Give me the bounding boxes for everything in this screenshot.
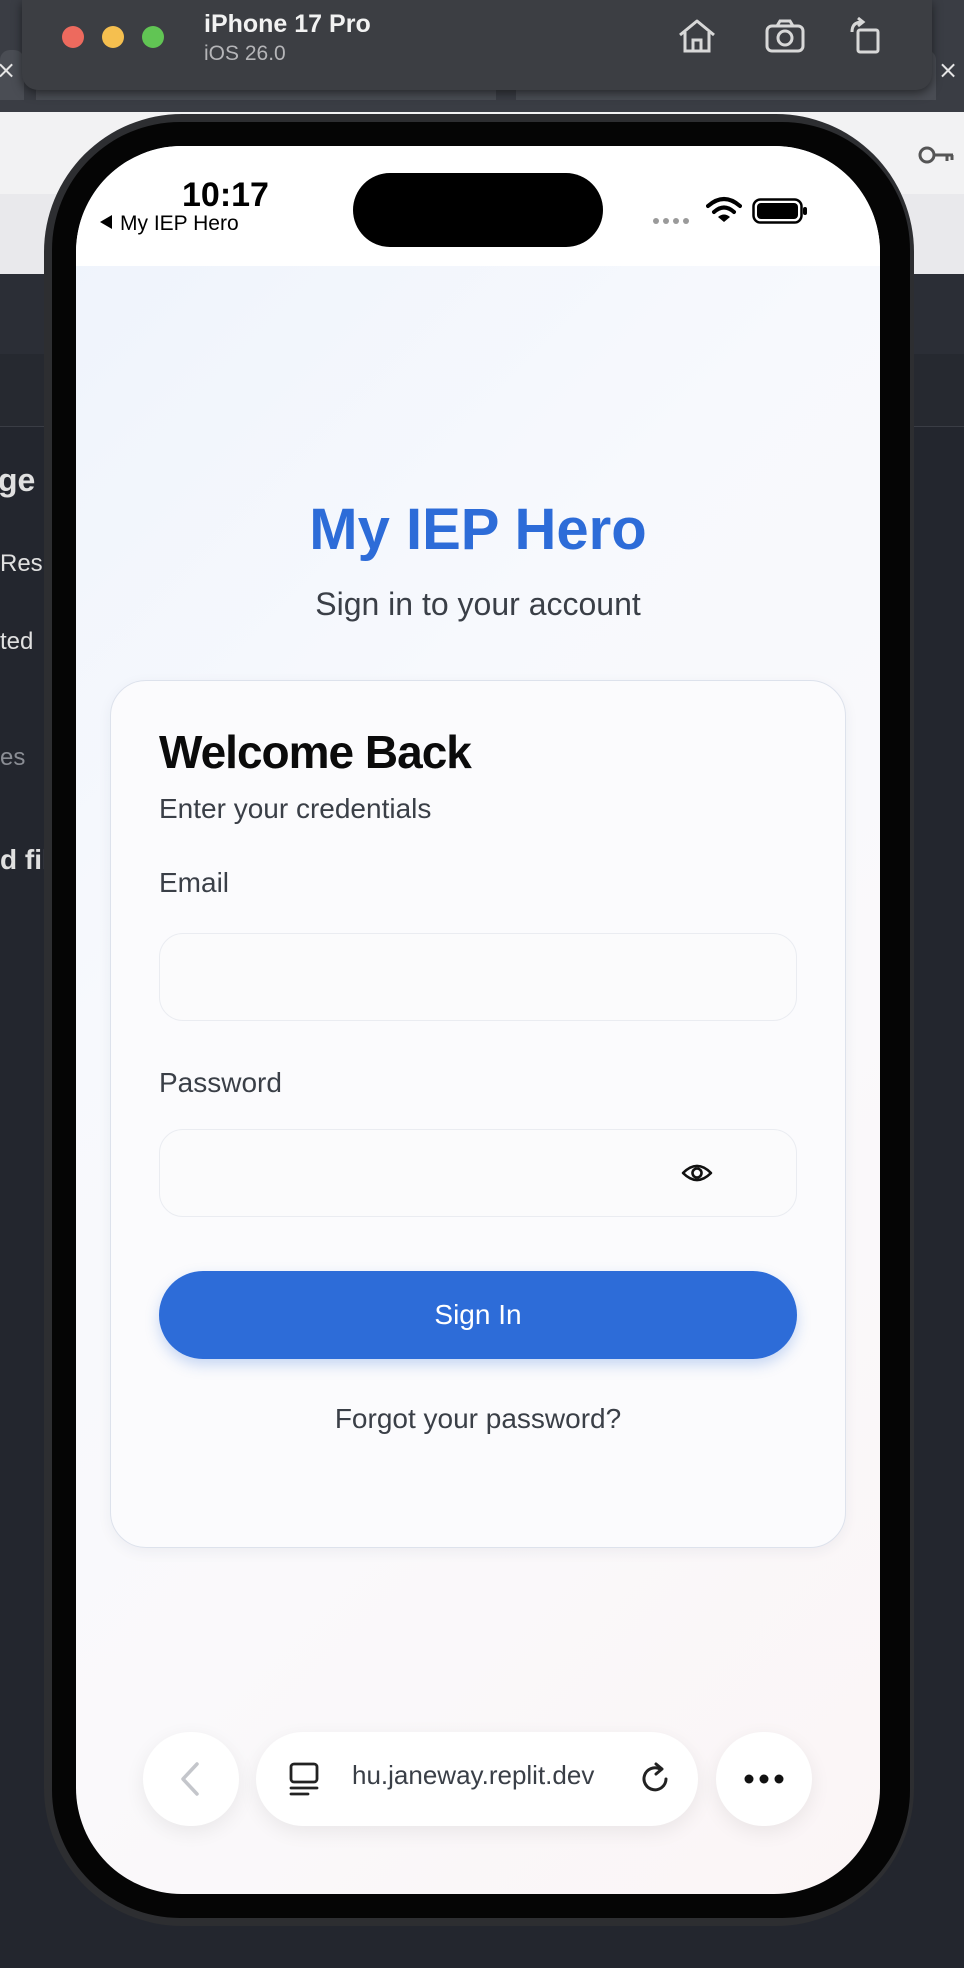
background-text: ge [0,462,36,498]
page-subtitle: Sign in to your account [315,586,641,622]
address-bar[interactable]: hu.janeway.replit.dev [256,1732,698,1826]
more-options-button[interactable] [716,1732,812,1826]
tabs-icon[interactable] [286,1760,322,1798]
app-brand-title: My IEP Hero [309,497,647,562]
window-zoom-button[interactable] [142,26,164,48]
phone-screen: 10:17 My IEP Hero My IEP Hero Sign in to… [76,146,880,1894]
sign-in-button[interactable]: Sign In [159,1271,797,1359]
back-to-app-link[interactable]: My IEP Hero [100,212,239,236]
back-chevron-icon [181,1762,199,1796]
window-close-button[interactable] [62,26,84,48]
background-text: es [0,744,26,771]
forgot-password-link[interactable]: Forgot your password? [111,1403,845,1435]
battery-icon [752,198,807,224]
window-minimize-button[interactable] [102,26,124,48]
background-tab-close-icon: × [0,56,17,84]
eye-icon[interactable] [679,1155,715,1191]
email-input[interactable] [159,933,797,1021]
background-text: d fil [0,844,50,875]
screenshot-icon[interactable] [762,16,808,56]
card-subtitle: Enter your credentials [159,793,432,824]
reload-icon[interactable] [636,1760,674,1798]
key-icon [918,146,954,164]
simulator-toolbar: iPhone 17 Pro iOS 26.0 [22,0,932,90]
browser-back-button[interactable] [143,1732,239,1826]
card-title: Welcome Back [159,726,472,778]
email-label: Email [159,867,230,898]
simulator-device-name: iPhone 17 Pro [204,10,371,38]
login-card: Welcome Back Enter your credentials Emai… [110,680,846,1548]
more-icon [744,1774,784,1784]
background-text: ted [0,628,34,655]
simulator-os-version: iOS 26.0 [204,42,286,65]
rotate-icon[interactable] [844,16,890,56]
wifi-icon [706,197,742,222]
url-text[interactable]: hu.janeway.replit.dev [352,1760,618,1791]
background-tab-close-icon: × [938,56,959,84]
back-triangle-icon [100,215,112,229]
background-text: Res [0,550,43,577]
back-app-label: My IEP Hero [120,212,239,235]
status-bar: 10:17 My IEP Hero [76,146,880,266]
home-icon[interactable] [674,16,720,56]
dynamic-island [353,173,603,247]
status-time: 10:17 [182,176,269,214]
password-label: Password [159,1067,282,1098]
cellular-signal-icon [653,218,689,224]
